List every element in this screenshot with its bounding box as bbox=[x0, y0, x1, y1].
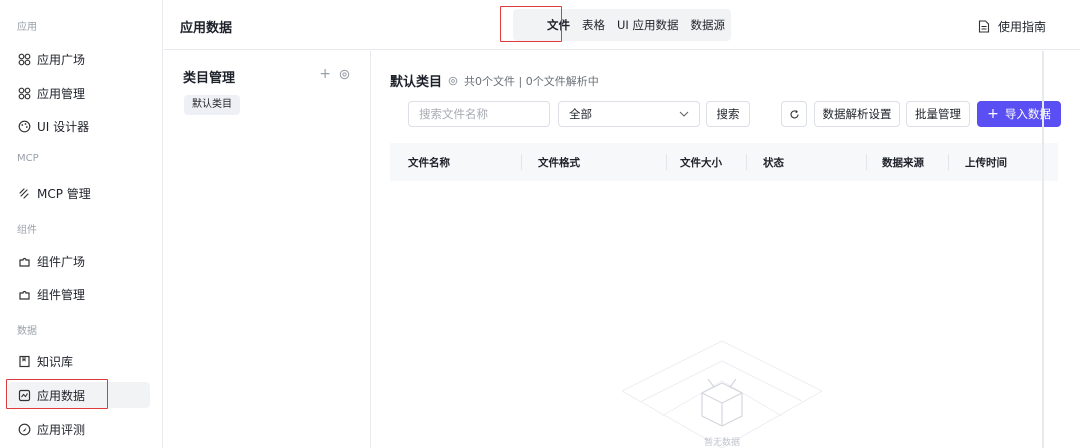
batch-manage-button[interactable]: 批量管理 bbox=[906, 101, 970, 127]
sidebar-item-label: MCP 管理 bbox=[37, 186, 91, 201]
component-icon bbox=[17, 287, 31, 301]
sidebar-item-label: 知识库 bbox=[37, 354, 74, 369]
status-select[interactable]: 全部 bbox=[558, 101, 700, 127]
sidebar-item-ui-designer[interactable]: UI 设计器 bbox=[8, 113, 150, 139]
sidebar-section-app: 应用 bbox=[17, 22, 37, 33]
header: 应用数据 文件 表格 UI 应用数据 数据源 使用指南 bbox=[164, 0, 1080, 50]
sidebar-item-label: UI 设计器 bbox=[37, 119, 90, 134]
sidebar-item-app-data[interactable]: 应用数据 bbox=[8, 382, 150, 408]
category-title: 类目管理 bbox=[183, 71, 236, 86]
refresh-button[interactable] bbox=[781, 101, 807, 127]
sidebar-section-data: 数据 bbox=[17, 326, 37, 337]
add-icon[interactable]: + bbox=[319, 66, 331, 82]
column-header: 状态 bbox=[763, 157, 784, 169]
column-divider bbox=[948, 154, 949, 170]
main-header: 默认类目 共0个文件 | 0个文件解析中 bbox=[390, 71, 599, 91]
empty-state-illustration: 暂无数据 bbox=[622, 340, 822, 448]
file-stats: 共0个文件 | 0个文件解析中 bbox=[464, 74, 599, 88]
settings-icon[interactable] bbox=[339, 69, 350, 80]
sidebar-item-component-square[interactable]: 组件广场 bbox=[8, 248, 150, 274]
component-icon bbox=[17, 254, 31, 268]
status-select-value: 全部 bbox=[569, 107, 592, 121]
import-data-button[interactable]: + 导入数据 bbox=[977, 101, 1061, 127]
column-divider bbox=[746, 154, 747, 170]
scrollbar[interactable] bbox=[1042, 51, 1044, 448]
sidebar: 应用 应用广场 应用管理 UI 设计器 MCP MCP 管理 组件 组件广场 组… bbox=[0, 0, 163, 448]
book-icon bbox=[17, 354, 31, 368]
page-title: 应用数据 bbox=[180, 21, 233, 36]
main-panel: 默认类目 共0个文件 | 0个文件解析中 搜索文件名称 全部 搜索 数据解析设置… bbox=[372, 51, 1062, 448]
sidebar-item-label: 应用评测 bbox=[37, 422, 86, 437]
empty-text: 暂无数据 bbox=[704, 436, 740, 448]
grid-icon bbox=[17, 86, 31, 100]
search-button[interactable]: 搜索 bbox=[706, 101, 750, 127]
sidebar-section-mcp: MCP bbox=[17, 153, 39, 164]
column-header: 数据来源 bbox=[882, 157, 924, 169]
sidebar-item-app-square[interactable]: 应用广场 bbox=[8, 46, 150, 72]
category-actions: + bbox=[319, 66, 350, 82]
sidebar-item-label: 应用数据 bbox=[37, 388, 86, 403]
tab-data-source[interactable]: 数据源 bbox=[684, 17, 731, 33]
column-header: 文件格式 bbox=[538, 157, 580, 169]
column-header: 文件名称 bbox=[408, 157, 450, 169]
sidebar-item-mcp-manage[interactable]: MCP 管理 bbox=[8, 180, 150, 206]
sidebar-item-component-manage[interactable]: 组件管理 bbox=[8, 281, 150, 307]
sidebar-item-label: 组件管理 bbox=[37, 287, 86, 302]
plus-icon: + bbox=[987, 106, 999, 122]
grid-icon bbox=[17, 52, 31, 66]
refresh-icon bbox=[790, 109, 799, 118]
tab-file[interactable]: 文件 bbox=[541, 17, 576, 33]
eval-icon bbox=[17, 422, 31, 436]
sidebar-section-component: 组件 bbox=[17, 225, 37, 236]
table-header: 文件名称 文件格式 文件大小 状态 数据来源 上传时间 bbox=[390, 143, 1058, 181]
sidebar-item-label: 应用广场 bbox=[37, 52, 86, 67]
category-panel: 类目管理 + 默认类目 bbox=[164, 51, 371, 448]
palette-icon bbox=[17, 119, 31, 133]
settings-icon[interactable] bbox=[448, 76, 458, 86]
column-divider bbox=[866, 154, 867, 170]
chart-icon bbox=[17, 388, 31, 402]
category-chip-default[interactable]: 默认类目 bbox=[184, 95, 240, 115]
search-input[interactable]: 搜索文件名称 bbox=[408, 101, 550, 127]
sidebar-item-label: 应用管理 bbox=[37, 86, 86, 101]
column-divider bbox=[666, 154, 667, 170]
document-icon bbox=[978, 20, 990, 33]
tab-table[interactable]: 表格 bbox=[576, 17, 611, 33]
category-name: 默认类目 bbox=[390, 75, 443, 90]
tab-bar: 文件 表格 UI 应用数据 数据源 bbox=[513, 9, 731, 41]
sidebar-item-knowledge-base[interactable]: 知识库 bbox=[8, 348, 150, 374]
guide-link[interactable]: 使用指南 bbox=[978, 18, 1046, 35]
tab-ui-app-data[interactable]: UI 应用数据 bbox=[611, 17, 684, 33]
column-divider bbox=[521, 154, 522, 170]
guide-label: 使用指南 bbox=[997, 20, 1046, 34]
chevron-down-icon bbox=[679, 111, 689, 117]
sidebar-item-app-manage[interactable]: 应用管理 bbox=[8, 80, 150, 106]
sidebar-item-app-eval[interactable]: 应用评测 bbox=[8, 416, 150, 442]
mcp-icon bbox=[17, 186, 31, 200]
column-header: 上传时间 bbox=[965, 157, 1007, 169]
parse-settings-button[interactable]: 数据解析设置 bbox=[814, 101, 900, 127]
sidebar-item-label: 组件广场 bbox=[37, 254, 86, 269]
column-header: 文件大小 bbox=[680, 157, 722, 169]
